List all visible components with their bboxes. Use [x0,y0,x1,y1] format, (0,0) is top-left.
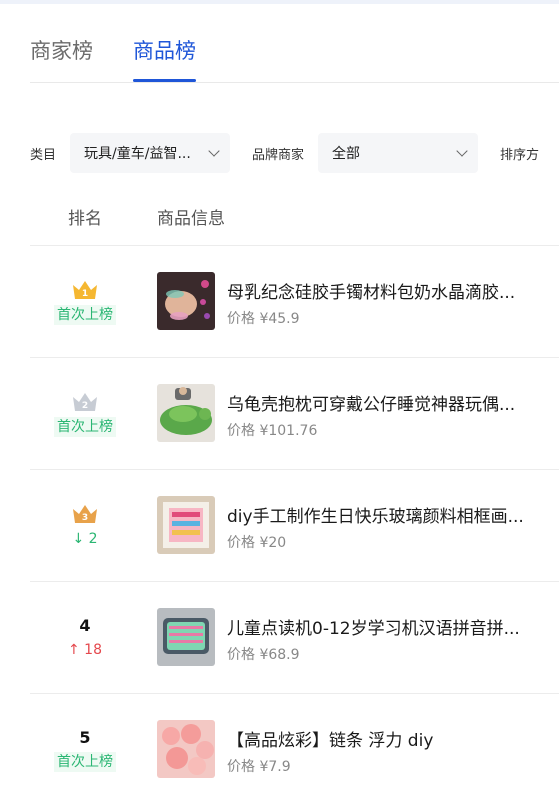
product-thumbnail[interactable] [157,384,215,442]
product-title[interactable]: 乌龟壳抱枕可穿戴公仔睡觉神器玩偶... [227,390,537,415]
category-label: 类目 [30,147,57,163]
price-label: 价格 [227,535,255,551]
tabs-divider [30,82,559,83]
table-row[interactable]: 4 ↑ 18 儿童点读机0-12岁学习机汉语拼音拼... 价格 ¥68.9 [30,582,559,694]
rank-cell: 4 ↑ 18 [30,582,140,694]
table-row[interactable]: 2 首次上榜 乌龟壳抱枕可穿戴公仔睡觉神器玩偶... 价格 ¥101.76 [30,358,559,470]
brand-value: 全部 [332,146,361,162]
rank-cell: 2 首次上榜 [30,358,140,470]
product-price: 价格 ¥45.9 [227,308,300,328]
product-title[interactable]: diy手工制作生日快乐玻璃颜料相框画... [227,502,537,527]
table-row[interactable]: 1 首次上榜 母乳纪念硅胶手镯材料包奶水晶滴胶... 价格 ¥45.9 [30,246,559,358]
rank-cell: 3 ↓ 2 [30,470,140,582]
filter-bar: 类目 玩具/童车/益智... 品牌商家 全部 排序方 [30,133,539,173]
price-label: 价格 [227,311,255,327]
top-strip [0,0,559,4]
product-price: 价格 ¥101.76 [227,420,317,440]
price-value: ¥20 [259,535,287,551]
table-row[interactable]: 3 ↓ 2 diy手工制作生日快乐玻璃颜料相框画... 价格 ¥20 [30,470,559,582]
price-value: ¥68.9 [259,647,300,663]
ranking-tabs: 商家榜 商品榜 [30,36,236,82]
product-info-column-header: 商品信息 [157,209,225,229]
table-row[interactable]: 5 首次上榜 【高品炫彩】链条 浮力 diy 价格 ¥7.9 [30,694,559,796]
rank-cell: 5 首次上榜 [30,694,140,796]
price-value: ¥101.76 [259,423,318,439]
price-value: ¥45.9 [259,311,300,327]
table-header: 排名 商品信息 [30,204,559,229]
status-badge: 首次上榜 [54,417,116,437]
bronze-crown-icon: 3 [73,505,97,523]
price-label: 价格 [227,647,255,663]
product-price: 价格 ¥7.9 [227,756,291,776]
product-title[interactable]: 母乳纪念硅胶手镯材料包奶水晶滴胶... [227,278,537,303]
crown-rank-number: 1 [82,289,88,299]
silver-crown-icon: 2 [73,393,97,411]
brand-select[interactable]: 全部 [318,133,479,173]
sort-label: 排序方 [500,147,540,163]
status-badge: 首次上榜 [54,752,116,772]
product-price: 价格 ¥20 [227,532,286,552]
product-title[interactable]: 儿童点读机0-12岁学习机汉语拼音拼... [227,614,537,639]
rank-column-header: 排名 [68,209,102,229]
rank-change: ↓ 2 [72,531,98,547]
brand-label: 品牌商家 [252,147,305,163]
product-thumbnail[interactable] [157,720,215,778]
product-thumbnail[interactable] [157,608,215,666]
crown-rank-number: 2 [82,401,88,411]
gold-crown-icon: 1 [73,281,97,299]
tab-product-ranking[interactable]: 商品榜 [133,36,196,82]
status-badge: 首次上榜 [54,305,116,325]
rank-number: 4 [79,616,91,635]
crown-rank-number: 3 [82,513,88,523]
chevron-down-icon [208,145,220,157]
tab-merchant-ranking[interactable]: 商家榜 [30,36,93,82]
category-select[interactable]: 玩具/童车/益智... [70,133,231,173]
price-label: 价格 [227,759,255,775]
product-price: 价格 ¥68.9 [227,644,300,664]
product-title[interactable]: 【高品炫彩】链条 浮力 diy [227,726,537,751]
rank-number: 5 [79,728,91,747]
rank-cell: 1 首次上榜 [30,246,140,358]
chevron-down-icon [456,145,468,157]
product-thumbnail[interactable] [157,496,215,554]
price-label: 价格 [227,423,255,439]
category-value: 玩具/童车/益智... [84,146,191,162]
rank-change: ↑ 18 [68,642,102,658]
product-thumbnail[interactable] [157,272,215,330]
price-value: ¥7.9 [259,759,291,775]
